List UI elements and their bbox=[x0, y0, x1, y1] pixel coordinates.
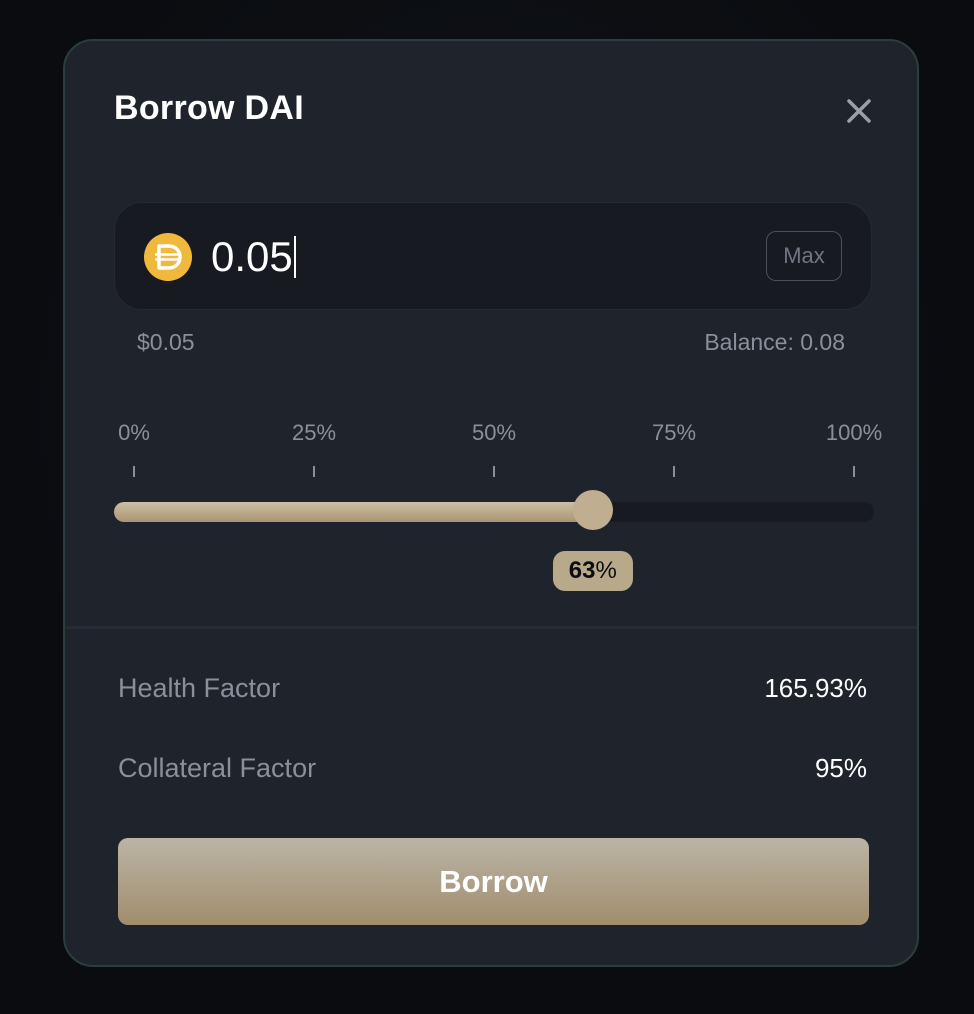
slider-value-number: 63 bbox=[568, 557, 596, 584]
slider-tick-mark bbox=[673, 466, 675, 477]
balance-label: Balance: 0.08 bbox=[704, 329, 845, 355]
dai-icon bbox=[144, 233, 192, 281]
collateral-factor-value: 95% bbox=[814, 753, 867, 783]
slider-tick-label[interactable]: 0% bbox=[118, 420, 150, 446]
amount-value: 0.05 bbox=[211, 233, 293, 280]
usd-value: $0.05 bbox=[137, 329, 195, 355]
amount-input[interactable]: 0.05 bbox=[211, 229, 731, 285]
close-icon bbox=[847, 99, 871, 123]
health-factor-value: 165.93% bbox=[764, 673, 867, 703]
slider-tick-label[interactable]: 25% bbox=[292, 420, 336, 446]
amount-input-container: 0.05 Max bbox=[114, 202, 872, 310]
max-button[interactable]: Max bbox=[766, 231, 842, 281]
close-button[interactable] bbox=[841, 93, 877, 129]
slider-tick-label[interactable]: 100% bbox=[826, 420, 882, 446]
slider-tick-label[interactable]: 75% bbox=[652, 420, 696, 446]
slider-tick-mark bbox=[853, 466, 855, 477]
collateral-factor-label: Collateral Factor bbox=[118, 753, 317, 783]
slider-thumb[interactable] bbox=[572, 490, 613, 530]
slider-tick-mark bbox=[493, 466, 495, 477]
slider-value-suffix: % bbox=[595, 557, 617, 584]
modal-title: Borrow DAI bbox=[114, 89, 304, 127]
slider-fill bbox=[114, 502, 593, 522]
slider-value-badge: 63% bbox=[552, 551, 633, 591]
slider-tick-mark bbox=[313, 466, 315, 477]
borrow-button[interactable]: Borrow bbox=[118, 838, 869, 925]
slider-tick-mark bbox=[133, 466, 135, 477]
health-factor-label: Health Factor bbox=[118, 673, 281, 703]
borrow-modal: Borrow DAI 0.05 Max $0.05 Balance: 0.08 … bbox=[63, 39, 919, 967]
text-caret bbox=[293, 236, 296, 278]
borrow-slider-track[interactable] bbox=[114, 502, 874, 522]
section-divider bbox=[65, 626, 917, 629]
slider-tick-label[interactable]: 50% bbox=[472, 420, 516, 446]
